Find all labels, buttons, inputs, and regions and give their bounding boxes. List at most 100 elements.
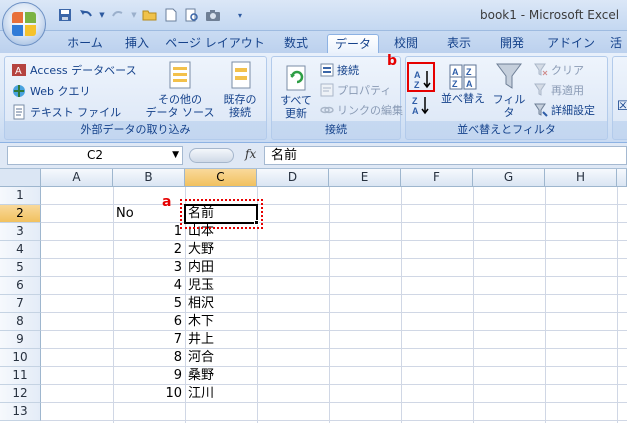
svg-text:Z: Z [466, 67, 472, 77]
other-sources-label-1: その他の [158, 93, 202, 106]
column-header-h[interactable]: H [545, 169, 617, 187]
row-header[interactable]: 3 [0, 223, 41, 241]
insert-function-button[interactable]: fx [245, 147, 256, 161]
row-header[interactable]: 2 [0, 205, 41, 223]
reapply-button[interactable]: 再適用 [534, 82, 584, 98]
cell-b3[interactable]: 1 [113, 223, 185, 241]
group-next-partial: 区 [612, 56, 627, 140]
qat-customize-icon[interactable]: ▾ [231, 6, 249, 24]
column-header-e[interactable]: E [329, 169, 401, 187]
row-header[interactable]: 7 [0, 295, 41, 313]
column-header-d[interactable]: D [257, 169, 329, 187]
clear-filter-button[interactable]: クリア [534, 62, 584, 78]
tab-page-layout[interactable]: ページ レイアウト [165, 34, 265, 53]
cell-c6[interactable]: 児玉 [185, 277, 257, 295]
sort-descending-button[interactable]: Z A [411, 95, 431, 115]
select-all-corner[interactable] [0, 169, 41, 187]
row-header[interactable]: 9 [0, 331, 41, 349]
partial-next-label[interactable]: 区 [617, 97, 627, 113]
row-header[interactable]: 4 [0, 241, 41, 259]
cell-c12[interactable]: 江川 [185, 385, 257, 403]
cell-c7[interactable]: 相沢 [185, 295, 257, 313]
edit-links-button[interactable]: リンクの編集 [320, 102, 403, 118]
cell-c11[interactable]: 桑野 [185, 367, 257, 385]
tab-developer[interactable]: 開発 [493, 34, 531, 53]
row-header[interactable]: 10 [0, 349, 41, 367]
formula-input[interactable]: 名前 [264, 146, 627, 165]
column-header-b[interactable]: B [113, 169, 185, 187]
tab-review[interactable]: 校閲 [387, 34, 425, 53]
cell-b7[interactable]: 5 [113, 295, 185, 313]
refresh-all-button[interactable]: すべて 更新 [274, 64, 318, 120]
column-header-g[interactable]: G [473, 169, 545, 187]
redo-dropdown-icon[interactable]: ▼ [130, 6, 138, 24]
camera-icon[interactable] [204, 6, 222, 24]
cell-b4[interactable]: 2 [113, 241, 185, 259]
redo-icon[interactable] [109, 6, 127, 24]
reapply-label: 再適用 [551, 84, 584, 97]
advanced-filter-button[interactable]: 詳細設定 [534, 102, 595, 118]
cell-b5[interactable]: 3 [113, 259, 185, 277]
text-file-button[interactable]: テキスト ファイル [11, 104, 121, 120]
cell-b11[interactable]: 9 [113, 367, 185, 385]
cell-b9[interactable]: 7 [113, 331, 185, 349]
tab-data[interactable]: データ [327, 34, 379, 53]
cell-b12[interactable]: 10 [113, 385, 185, 403]
column-header-a[interactable]: A [41, 169, 113, 187]
tab-view[interactable]: 表示 [440, 34, 478, 53]
properties-button[interactable]: プロパティ [320, 82, 391, 98]
formula-bar-handle[interactable] [189, 148, 234, 163]
existing-connections-button[interactable]: 既存の 接続 [215, 59, 265, 119]
office-logo-icon [12, 12, 36, 36]
tab-addins[interactable]: アドイン [545, 34, 597, 53]
undo-icon[interactable] [77, 6, 95, 24]
clear-filter-label: クリア [551, 64, 584, 77]
other-sources-button[interactable]: その他の データ ソース [145, 59, 215, 119]
cell-c4[interactable]: 大野 [185, 241, 257, 259]
row-header[interactable]: 1 [0, 187, 41, 205]
tab-insert[interactable]: 挿入 [118, 34, 156, 53]
tab-home[interactable]: ホーム [58, 34, 112, 53]
cell-b2[interactable]: No [113, 205, 185, 223]
tab-formulas[interactable]: 数式 [277, 34, 315, 53]
office-button[interactable] [2, 2, 46, 46]
edit-links-label: リンクの編集 [337, 104, 403, 117]
row-header[interactable]: 5 [0, 259, 41, 277]
new-document-icon[interactable] [162, 6, 180, 24]
row-header[interactable]: 11 [0, 367, 41, 385]
connections-button[interactable]: 接続 [320, 62, 359, 78]
name-box-value: C2 [86, 148, 103, 162]
save-icon[interactable] [56, 6, 74, 24]
name-box-dropdown-icon[interactable]: ▼ [172, 147, 179, 164]
cell-c10[interactable]: 河合 [185, 349, 257, 367]
advanced-filter-label: 詳細設定 [551, 104, 595, 117]
access-database-button[interactable]: A Access データベース [11, 62, 137, 78]
column-header-partial[interactable] [617, 169, 627, 187]
row-header[interactable]: 13 [0, 403, 41, 421]
undo-dropdown-icon[interactable]: ▼ [98, 6, 106, 24]
cell-c8[interactable]: 木下 [185, 313, 257, 331]
filter-label: フィルタ [492, 93, 526, 119]
cell-c5[interactable]: 内田 [185, 259, 257, 277]
name-box[interactable]: C2 ▼ [7, 146, 183, 165]
tab-partial[interactable]: 活 [605, 34, 627, 53]
cell-b8[interactable]: 6 [113, 313, 185, 331]
cell-b6[interactable]: 4 [113, 277, 185, 295]
column-header-f[interactable]: F [401, 169, 473, 187]
link-icon [320, 106, 334, 114]
connections-group-label: 接続 [325, 123, 347, 136]
formula-bar: C2 ▼ fx 名前 [0, 143, 627, 169]
row-header[interactable]: 8 [0, 313, 41, 331]
print-preview-icon[interactable] [183, 6, 201, 24]
open-folder-icon[interactable] [141, 6, 159, 24]
sort-button[interactable]: A Z Z A 並べ替え [439, 64, 487, 105]
worksheet-grid[interactable]: A B C D E F G H 1 2 No 名前 3 1 山本 4 2 大野 … [0, 169, 627, 423]
web-query-button[interactable]: Web クエリ [11, 83, 90, 99]
filter-button[interactable]: フィルタ [489, 61, 529, 119]
window-title: book1 - Microsoft Excel [480, 8, 620, 22]
column-header-c[interactable]: C [185, 169, 257, 187]
row-header[interactable]: 12 [0, 385, 41, 403]
row-header[interactable]: 6 [0, 277, 41, 295]
cell-b10[interactable]: 8 [113, 349, 185, 367]
cell-c9[interactable]: 井上 [185, 331, 257, 349]
